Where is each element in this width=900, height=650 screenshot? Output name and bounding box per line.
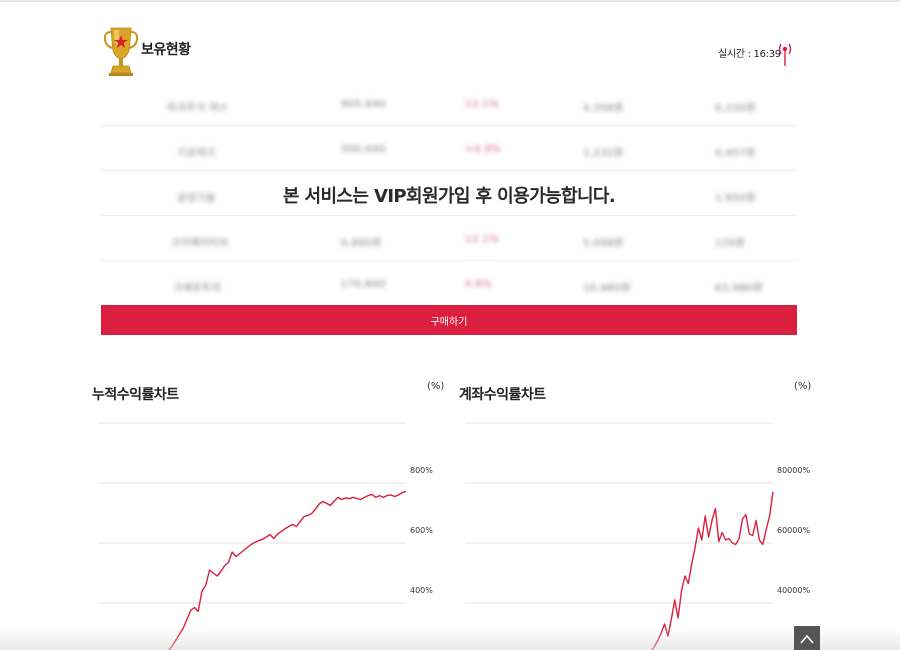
holding-current-price: 0,457원 [715, 148, 756, 159]
y-tick-label: 400% [410, 586, 433, 595]
cumulative-return-chart: 800% 600% 400% [98, 422, 433, 650]
y-tick-label: 800% [410, 466, 433, 475]
realtime-label: 실시간 : 16:39 [718, 49, 781, 60]
account-return-chart: 80000% 60000% 40000% [465, 422, 810, 650]
cumulative-chart-title: 누적수익률차트 [92, 387, 179, 403]
holding-buy-price: 4,358원 [583, 103, 624, 114]
realtime-clock: 실시간 : 16:39 [718, 45, 781, 60]
y-tick-label: 40000% [777, 586, 810, 595]
holding-name: 기초테크 [177, 148, 216, 159]
y-tick-label: 600% [410, 526, 433, 535]
y-tick-label: 80000% [777, 466, 810, 475]
table-row: 기초테크 300,640 +4.9% 1,232원 0,457원 [101, 126, 797, 171]
holding-name: 크리에이티브 [171, 238, 230, 249]
y-tick-label: 60000% [777, 526, 810, 535]
table-row: 미국주식 마스 905,640 13.1% 4,358원 6,230원 [101, 81, 797, 126]
chevron-up-icon [800, 634, 814, 644]
table-row: 크리에이티브 0,890원 12.1% 5,098원 120원 [101, 216, 797, 261]
buy-button[interactable]: 구매하기 [101, 305, 797, 335]
holding-qty: 905,640 [341, 99, 386, 110]
holding-buy-price: 10,980원 [583, 283, 631, 294]
holding-buy-price: 1,232원 [583, 148, 624, 159]
scroll-top-button[interactable] [794, 626, 820, 650]
section-title: 보유현황 [141, 42, 191, 58]
holding-buy-price: 5,098원 [583, 238, 624, 249]
holding-rate: 12.1% [465, 234, 500, 245]
holding-rate: 13.1% [465, 99, 500, 110]
vip-notice: 본 서비스는 VIP회원가입 후 이용가능합니다. [282, 186, 616, 207]
trophy-icon [103, 27, 139, 76]
holding-rate: +4.9% [465, 144, 502, 155]
holding-current-price: 120원 [715, 238, 746, 249]
account-chart-title: 계좌수익률차트 [459, 387, 546, 403]
top-divider [0, 0, 900, 2]
cumulative-chart-unit: (%) [427, 381, 445, 392]
holding-current-price: 6,230원 [715, 103, 756, 114]
holding-name: 크래프트리 [173, 283, 222, 294]
holding-qty: 170,840 [341, 279, 386, 290]
holding-qty: 0,890원 [341, 238, 382, 249]
account-chart-unit: (%) [794, 381, 812, 392]
footer-shadow [0, 628, 900, 650]
table-row: 크래프트리 170,840 4.8% 10,980원 63,980원 [101, 261, 797, 306]
series-line [650, 491, 774, 650]
series-line [167, 490, 407, 650]
antenna-icon[interactable] [778, 41, 792, 67]
holding-name: 미국주식 마스 [167, 103, 229, 114]
holding-rate: 4.8% [465, 279, 493, 290]
holding-qty: 300,640 [341, 144, 386, 155]
holding-current-price: 63,980원 [715, 283, 763, 294]
